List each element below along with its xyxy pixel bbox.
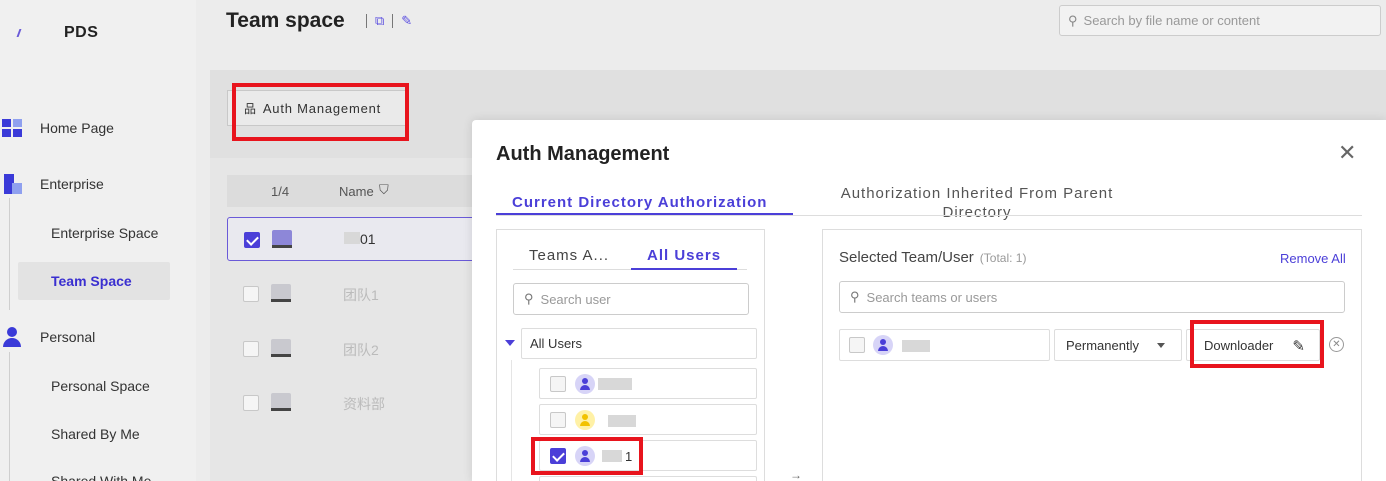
search-user-input[interactable]: ⚲ Search user — [513, 283, 749, 315]
transfer-arrow-icon: → — [790, 468, 802, 481]
highlight-box — [1190, 320, 1324, 368]
selected-user-row[interactable] — [839, 329, 1050, 361]
sidebar-item-label: Home Page — [40, 120, 114, 136]
row-name: 团队2 — [343, 342, 379, 358]
user-avatar-icon — [873, 335, 893, 355]
sidebar-item-enterprise[interactable]: Enterprise — [2, 174, 104, 194]
team-folder-icon — [271, 393, 291, 411]
highlight-box — [232, 83, 409, 141]
row-checkbox[interactable] — [243, 395, 259, 411]
table-row[interactable]: 团队2 — [227, 327, 487, 371]
nav-tree-line — [9, 198, 10, 310]
edit-icon[interactable]: ✎ — [401, 13, 412, 29]
file-search-input[interactable]: ⚲ Search by file name or content — [1059, 5, 1381, 36]
user-checkbox[interactable] — [550, 412, 566, 428]
divider — [366, 14, 367, 28]
redacted-text — [608, 415, 636, 427]
selected-user-checkbox[interactable] — [849, 337, 865, 353]
selected-title-label: Selected Team/User — [839, 249, 974, 266]
subtab-all-users[interactable]: All Users — [647, 247, 721, 264]
subtab-teams[interactable]: Teams A... — [529, 247, 609, 264]
divider — [392, 14, 394, 28]
chevron-down-icon — [1157, 343, 1165, 348]
person-icon — [2, 327, 22, 347]
row-checkbox[interactable] — [244, 232, 260, 248]
page-indicator: 1/4 — [271, 184, 290, 199]
selected-title: Selected Team/User (Total: 1) — [839, 249, 1026, 266]
team-folder-icon — [271, 284, 291, 302]
tab-inherited[interactable]: Authorization Inherited From Parent Dire… — [807, 184, 1147, 222]
sidebar-item-enterprise-space[interactable]: Enterprise Space — [51, 225, 158, 241]
home-icon — [2, 118, 22, 138]
user-avatar-icon — [575, 410, 595, 430]
search-placeholder: Search by file name or content — [1083, 13, 1260, 28]
row-name: 团队1 — [343, 287, 379, 303]
tree-node-all-users[interactable]: All Users — [521, 328, 757, 359]
app-logo: PDS — [16, 24, 99, 42]
redacted-text — [598, 378, 632, 390]
user-list-item[interactable] — [539, 368, 757, 399]
duration-select[interactable]: Permanently — [1054, 329, 1182, 361]
filter-icon[interactable]: ⛉ — [379, 182, 389, 198]
dialog-title: Auth Management — [496, 143, 670, 165]
row-name: 资料部 — [343, 396, 385, 412]
team-folder-icon — [272, 230, 292, 248]
nav-tree-line — [9, 352, 10, 481]
search-teams-placeholder: Search teams or users — [866, 289, 998, 305]
table-row[interactable]: 资料部 — [227, 381, 487, 425]
redacted-text — [902, 340, 930, 352]
sidebar-item-label: Enterprise — [40, 176, 104, 192]
row-checkbox[interactable] — [243, 341, 259, 357]
sidebar-item-personal-space[interactable]: Personal Space — [51, 378, 150, 394]
tab-current-directory[interactable]: Current Directory Authorization — [512, 194, 767, 211]
user-list-item[interactable] — [539, 476, 757, 481]
page-title: Team space — [226, 9, 345, 32]
active-tab-indicator — [496, 213, 793, 215]
selected-total: (Total: 1) — [979, 251, 1027, 265]
auth-management-dialog: Auth Management ✕ Current Directory Auth… — [472, 120, 1386, 481]
tabs-divider — [496, 215, 1362, 216]
redacted-text — [344, 232, 360, 244]
table-header: 1/4 Name ⛉ — [227, 175, 487, 207]
sidebar-item-shared-with-me[interactable]: Shared With Me — [51, 473, 151, 481]
search-icon: ⚲ — [850, 289, 860, 304]
search-icon: ⚲ — [1068, 12, 1078, 28]
app-name: PDS — [64, 24, 99, 41]
search-teams-input[interactable]: ⚲ Search teams or users — [839, 281, 1345, 313]
team-folder-icon — [271, 339, 291, 357]
row-checkbox[interactable] — [243, 286, 259, 302]
duration-value: Permanently — [1066, 337, 1139, 353]
sidebar-item-team-space[interactable]: Team Space — [51, 273, 132, 289]
sidebar-item-label: Personal — [40, 329, 96, 345]
sidebar: PDS Home Page Enterprise Enterprise Spac… — [0, 0, 196, 481]
sidebar-item-home[interactable]: Home Page — [2, 118, 114, 138]
active-subtab-indicator — [631, 268, 737, 270]
user-checkbox[interactable] — [550, 376, 566, 392]
copy-icon[interactable]: ⧉ — [375, 13, 384, 29]
table-row[interactable]: 团队1 — [227, 272, 487, 316]
user-avatar-icon — [575, 374, 595, 394]
row-name: 01 — [360, 231, 376, 247]
highlight-box — [531, 437, 643, 475]
remove-circle-icon[interactable]: ✕ — [1329, 337, 1344, 352]
table-row[interactable]: 01 — [227, 217, 487, 261]
top-header: Team space ⧉ ✎ ⚲ Search by file name or … — [196, 0, 1386, 60]
remove-all-button[interactable]: Remove All — [1280, 251, 1346, 266]
tree-line — [511, 360, 512, 481]
logo-icon — [16, 29, 28, 37]
column-header-name[interactable]: Name — [339, 184, 374, 199]
search-user-placeholder: Search user — [540, 291, 611, 307]
sidebar-item-personal[interactable]: Personal — [2, 327, 95, 347]
sidebar-item-shared-by-me[interactable]: Shared By Me — [51, 426, 140, 442]
close-icon[interactable]: ✕ — [1338, 142, 1356, 164]
building-icon — [2, 174, 22, 194]
header-actions: ⧉ ✎ — [358, 13, 412, 29]
expand-caret-icon[interactable] — [505, 340, 515, 346]
user-list-item[interactable] — [539, 404, 757, 435]
search-icon: ⚲ — [524, 291, 534, 306]
